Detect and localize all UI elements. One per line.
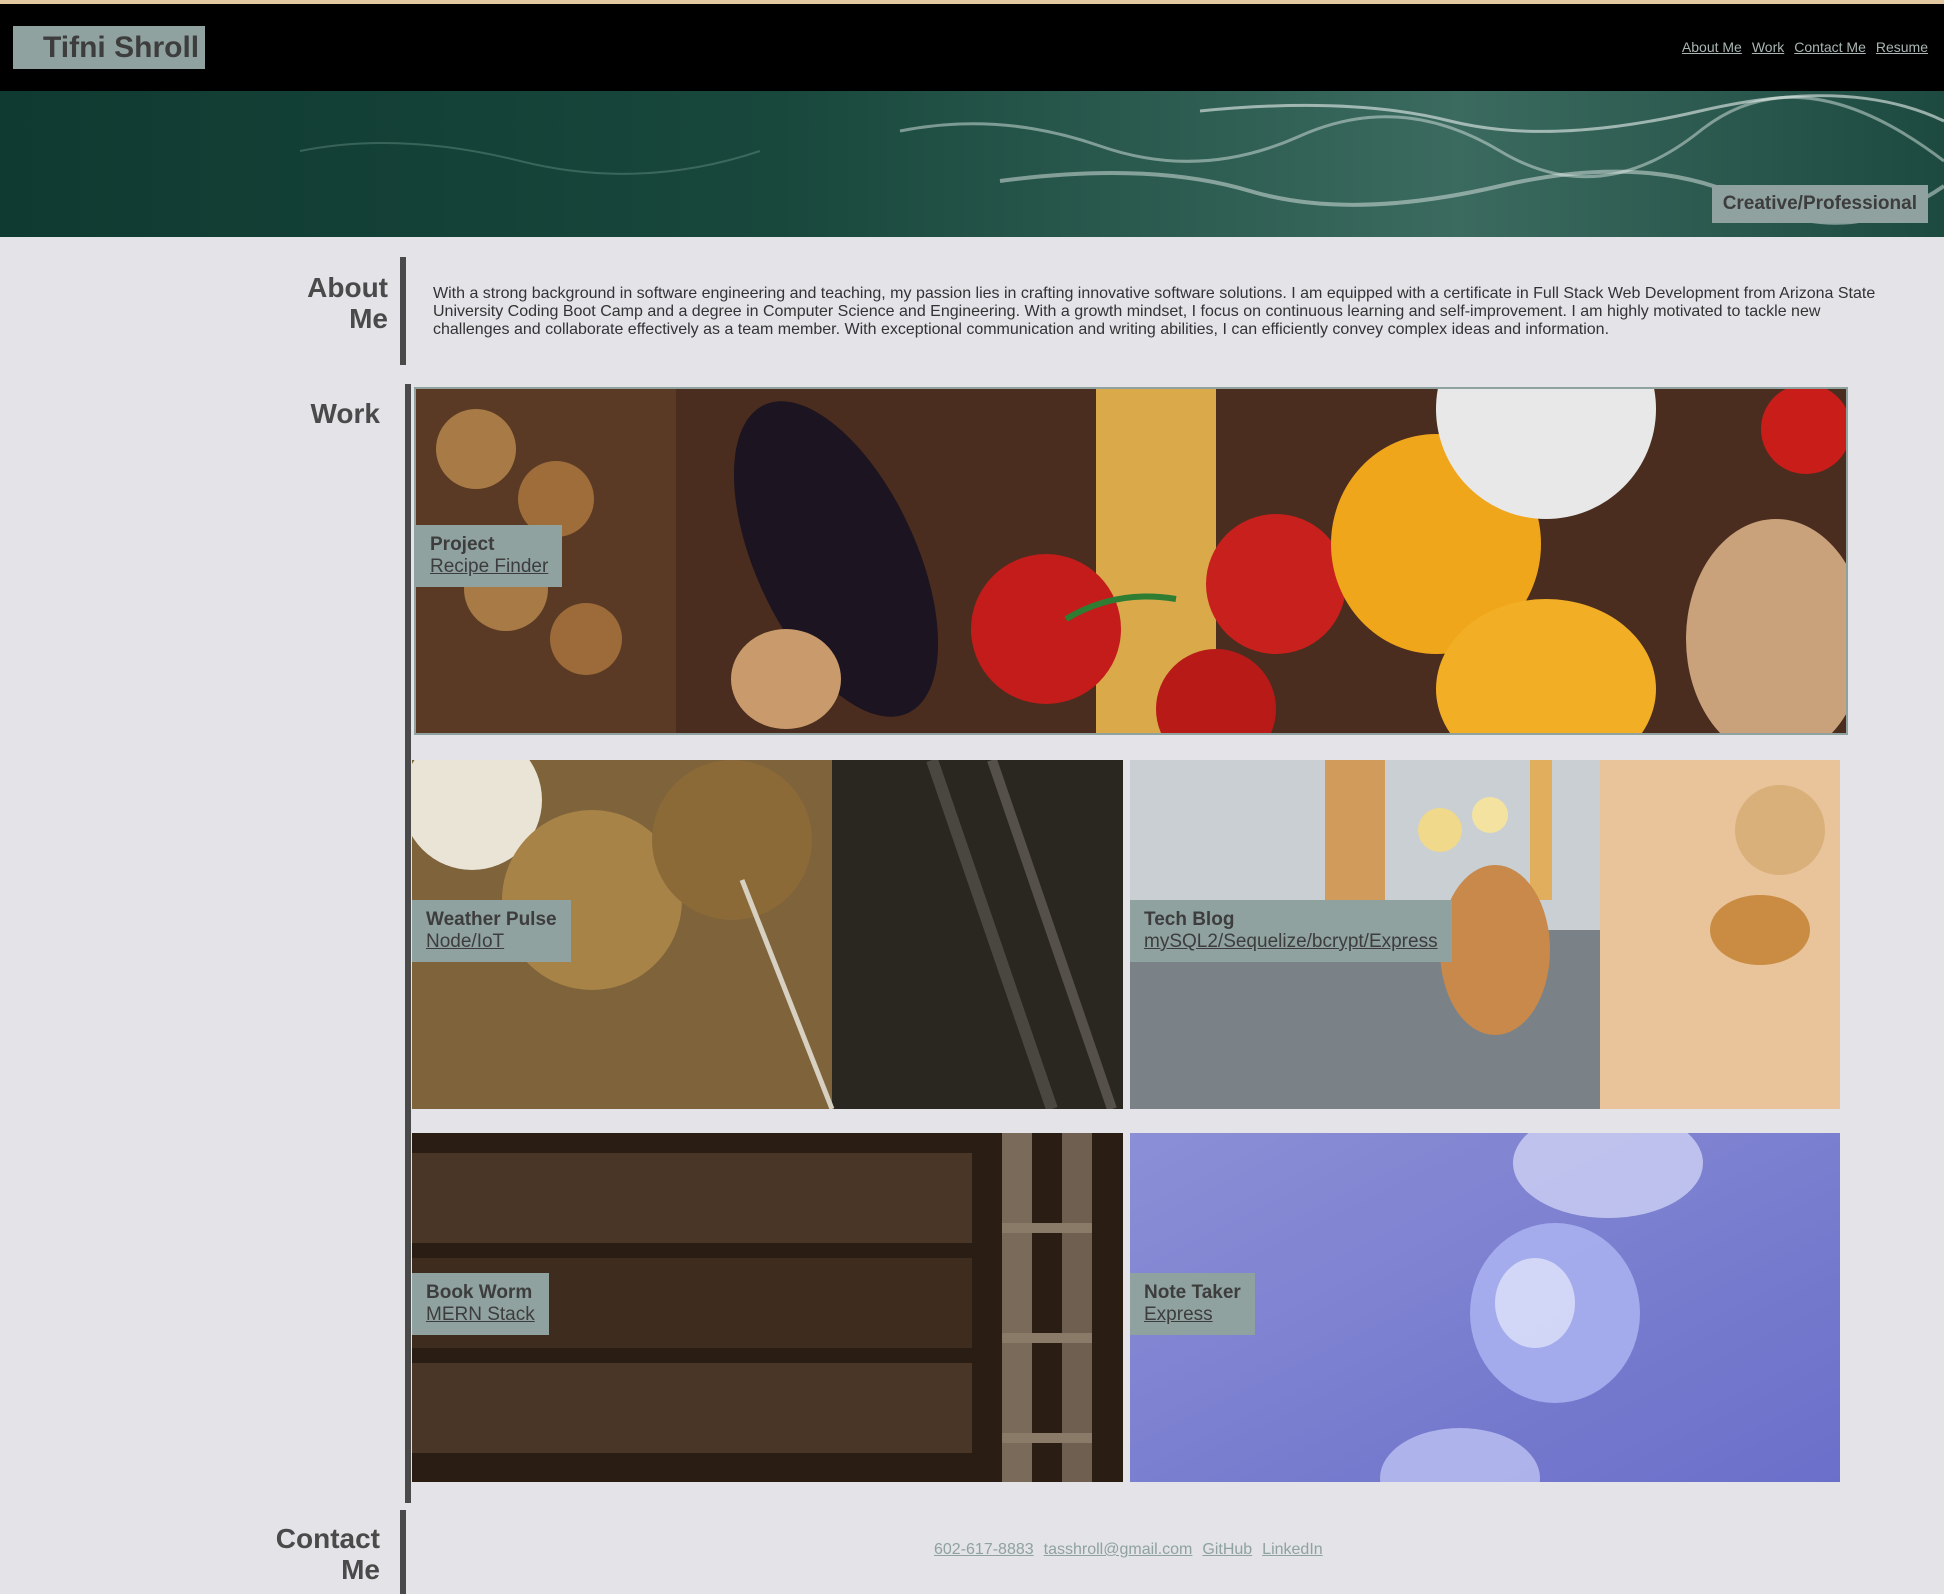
contact-github-link[interactable]: GitHub bbox=[1202, 1541, 1252, 1559]
project-name: Book Worm bbox=[426, 1282, 533, 1303]
project-link-weather-pulse[interactable]: Node/IoT bbox=[426, 931, 557, 953]
about-section-title: About Me bbox=[250, 272, 388, 334]
nav-link-contact[interactable]: Contact Me bbox=[1794, 39, 1866, 55]
project-card-weather[interactable]: Weather Pulse Node/IoT bbox=[412, 760, 1123, 1109]
project-label-techblog: Tech Blog mySQL2/Sequelize/bcrypt/Expres… bbox=[1130, 900, 1452, 962]
project-link-book-worm[interactable]: MERN Stack bbox=[426, 1304, 535, 1326]
project-label-bookworm: Book Worm MERN Stack bbox=[412, 1273, 549, 1335]
vegetables-image bbox=[416, 389, 1846, 733]
contact-section-title: Contact Me bbox=[240, 1523, 380, 1585]
about-paragraph: With a strong background in software eng… bbox=[433, 285, 1876, 338]
contact-divider bbox=[400, 1510, 406, 1594]
work-section-title: Work bbox=[310, 398, 381, 429]
project-name: Tech Blog bbox=[1144, 909, 1235, 930]
main-nav: About Me Work Contact Me Resume bbox=[1682, 39, 1928, 55]
contact-phone-link[interactable]: 602-617-8883 bbox=[934, 1541, 1034, 1559]
hero-tagline: Creative/Professional bbox=[1711, 185, 1928, 223]
project-link-tech-blog[interactable]: mySQL2/Sequelize/bcrypt/Express bbox=[1144, 931, 1438, 953]
contact-links: 602-617-8883 tasshroll@gmail.com GitHub … bbox=[934, 1541, 1323, 1559]
nav-link-work[interactable]: Work bbox=[1752, 39, 1784, 55]
project-name: Note Taker bbox=[1144, 1282, 1241, 1303]
project-card-notetaker[interactable]: Note Taker Express bbox=[1130, 1133, 1840, 1482]
project-name: Project bbox=[430, 534, 495, 555]
ocean-water-image bbox=[0, 91, 1944, 237]
project-card-techblog[interactable]: Tech Blog mySQL2/Sequelize/bcrypt/Expres… bbox=[1130, 760, 1840, 1109]
project-label-weather: Weather Pulse Node/IoT bbox=[412, 900, 571, 962]
project-card-bookworm[interactable]: Book Worm MERN Stack bbox=[412, 1133, 1123, 1482]
about-title-line1: About bbox=[307, 272, 388, 303]
contact-title-line2: Me bbox=[341, 1554, 380, 1585]
project-card-recipe[interactable]: Project Recipe Finder bbox=[414, 387, 1848, 735]
about-title-line2: Me bbox=[349, 303, 388, 334]
project-link-note-taker[interactable]: Express bbox=[1144, 1304, 1241, 1326]
site-header: Tifni Shroll About Me Work Contact Me Re… bbox=[0, 4, 1944, 91]
nav-link-about[interactable]: About Me bbox=[1682, 39, 1742, 55]
nav-link-resume[interactable]: Resume bbox=[1876, 39, 1928, 55]
project-label-notetaker: Note Taker Express bbox=[1130, 1273, 1255, 1335]
project-link-recipe-finder[interactable]: Recipe Finder bbox=[430, 556, 548, 578]
contact-email-link[interactable]: tasshroll@gmail.com bbox=[1044, 1541, 1193, 1559]
site-brand[interactable]: Tifni Shroll bbox=[13, 26, 206, 69]
work-divider bbox=[405, 384, 411, 1503]
project-label-recipe: Project Recipe Finder bbox=[416, 525, 563, 587]
contact-linkedin-link[interactable]: LinkedIn bbox=[1262, 1541, 1323, 1559]
project-name: Weather Pulse bbox=[426, 909, 557, 930]
about-divider bbox=[400, 257, 406, 365]
hero-banner: Creative/Professional bbox=[0, 91, 1944, 237]
contact-title-line1: Contact bbox=[275, 1523, 380, 1554]
